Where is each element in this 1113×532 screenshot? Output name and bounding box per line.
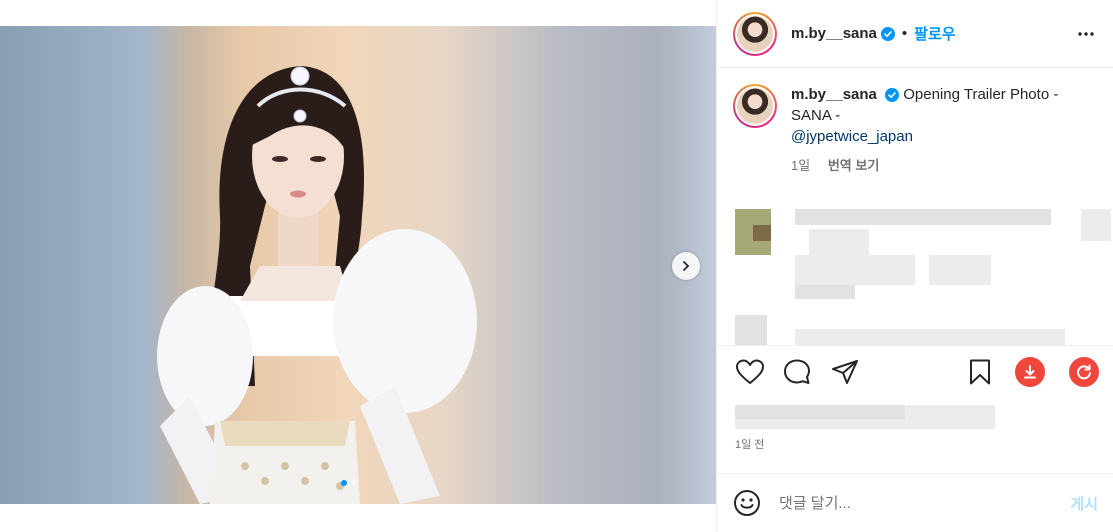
comment-text-redacted: [795, 209, 1051, 225]
verified-badge-icon: [880, 26, 895, 41]
likes-text-redacted: [905, 405, 995, 419]
caption-mention-link[interactable]: @jypetwice_japan: [791, 126, 1091, 147]
caption-avatar[interactable]: [733, 84, 777, 128]
media-dot-active: [341, 480, 347, 486]
comment-like-redacted: [1081, 209, 1111, 241]
author-username[interactable]: m.by__sana: [791, 25, 877, 42]
follow-button[interactable]: 팔로우: [914, 23, 955, 44]
likes-text-redacted: [735, 419, 995, 429]
caption-meta: 1일 번역 보기: [791, 155, 1091, 176]
paper-plane-icon[interactable]: [831, 358, 859, 386]
post-side-panel: m.by__sana • 팔로우 m.by__sana Opening Trai…: [716, 0, 1113, 532]
comment-text-redacted: [795, 329, 1065, 345]
likes-summary[interactable]: [717, 400, 1113, 430]
comment-bubble-icon[interactable]: [783, 358, 811, 386]
portrait-illustration: [157, 66, 477, 504]
comment-avatar-redacted: [735, 315, 767, 345]
verified-badge-icon: [885, 88, 900, 103]
heart-icon[interactable]: [735, 358, 765, 386]
post-comment-button[interactable]: 게시: [1070, 493, 1098, 514]
more-options-icon[interactable]: [1076, 24, 1096, 44]
download-button[interactable]: [1015, 357, 1045, 387]
refresh-icon: [1077, 364, 1091, 380]
download-icon: [1024, 365, 1036, 379]
comment-text-redacted: [929, 255, 991, 285]
author-avatar[interactable]: [733, 11, 777, 56]
comment-meta-redacted: [795, 285, 855, 299]
comment-composer: 게시: [717, 473, 1113, 532]
comment-text-redacted: [795, 255, 915, 285]
header-separator: •: [901, 25, 908, 42]
comment-avatar-redacted-detail: [753, 225, 771, 241]
caption-age: 1일: [791, 158, 811, 173]
caption-body: m.by__sana Opening Trailer Photo - SANA …: [791, 84, 1091, 176]
post-media: [0, 0, 716, 532]
emoji-icon[interactable]: [733, 489, 761, 517]
likes-avatar-redacted: [735, 405, 905, 419]
chevron-right-icon: [683, 261, 690, 271]
caption-username[interactable]: m.by__sana: [791, 86, 877, 103]
next-media-button[interactable]: [672, 252, 700, 280]
comment-input[interactable]: [779, 494, 1049, 512]
post-timestamp: 1일 전: [735, 439, 765, 451]
media-pagination: [341, 480, 357, 486]
comments-list: [717, 195, 1113, 345]
bookmark-icon[interactable]: [967, 358, 993, 386]
media-dot: [351, 480, 357, 486]
translate-link[interactable]: 번역 보기: [828, 158, 879, 173]
action-bar: [717, 345, 1113, 399]
refresh-button[interactable]: [1069, 357, 1099, 387]
post-caption: m.by__sana Opening Trailer Photo - SANA …: [733, 84, 1103, 176]
post-photo[interactable]: [0, 26, 716, 504]
post-header: m.by__sana • 팔로우: [717, 0, 1113, 68]
